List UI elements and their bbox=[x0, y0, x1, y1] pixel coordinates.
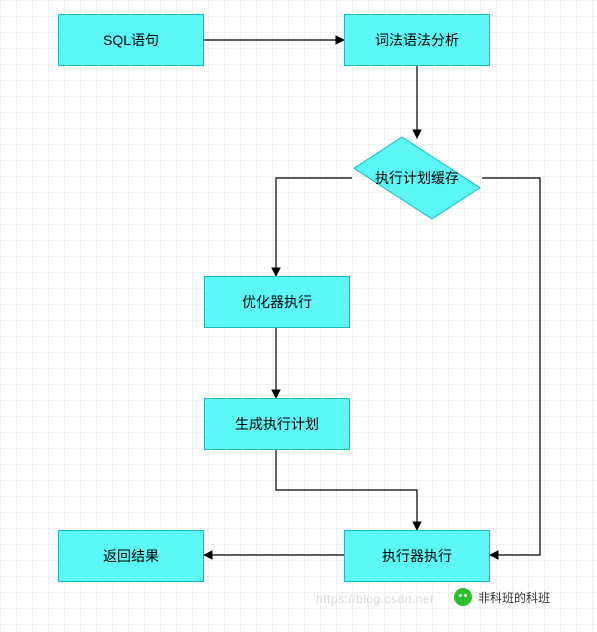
edge-cache-execute bbox=[482, 178, 540, 555]
node-sql: SQL语句 bbox=[58, 14, 204, 66]
node-genplan: 生成执行计划 bbox=[204, 398, 350, 450]
node-cache: 执行计划缓存 bbox=[352, 138, 482, 218]
edge-cache-optimize bbox=[276, 178, 352, 276]
node-optimize: 优化器执行 bbox=[204, 276, 350, 328]
node-optimize-label: 优化器执行 bbox=[242, 292, 312, 312]
footer-brand: 非科班的科班 bbox=[454, 588, 550, 606]
node-lexer: 词法语法分析 bbox=[344, 14, 490, 66]
node-result-label: 返回结果 bbox=[103, 546, 159, 566]
node-result: 返回结果 bbox=[58, 530, 204, 582]
watermark-url-text: https://blog.csdn.net bbox=[316, 592, 434, 606]
node-cache-label: 执行计划缓存 bbox=[375, 168, 459, 188]
node-execute: 执行器执行 bbox=[344, 530, 490, 582]
node-execute-label: 执行器执行 bbox=[382, 546, 452, 566]
node-genplan-label: 生成执行计划 bbox=[235, 414, 319, 434]
watermark-url: https://blog.csdn.net bbox=[316, 592, 434, 606]
wechat-icon bbox=[454, 588, 472, 606]
diagram-canvas: SQL语句 词法语法分析 执行计划缓存 优化器执行 生成执行计划 执行器执行 返… bbox=[0, 0, 597, 632]
node-sql-label: SQL语句 bbox=[103, 30, 159, 50]
edge-genplan-execute bbox=[276, 450, 417, 530]
node-lexer-label: 词法语法分析 bbox=[375, 30, 459, 50]
footer-brand-text: 非科班的科班 bbox=[478, 589, 550, 606]
